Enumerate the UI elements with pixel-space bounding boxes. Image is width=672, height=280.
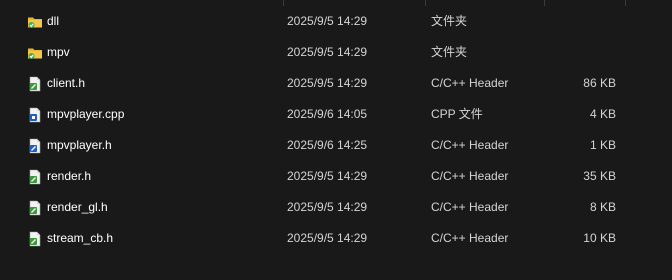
file-modified: 2025/9/6 14:05 — [287, 107, 368, 121]
file-row-render-gl-h[interactable]: render_gl.h 2025/9/5 14:29 C/C++ Header … — [0, 192, 672, 223]
file-size: 10 KB — [583, 231, 616, 245]
file-row-render-h[interactable]: render.h 2025/9/5 14:29 C/C++ Header 35 … — [0, 161, 672, 192]
file-name: client.h — [47, 76, 86, 90]
file-type: C/C++ Header — [431, 169, 509, 183]
file-size: 4 KB — [589, 107, 616, 121]
header-file-icon — [27, 76, 43, 92]
file-name: render_gl.h — [47, 200, 108, 214]
header-file-icon — [27, 231, 43, 247]
header-file-icon — [27, 200, 43, 216]
file-modified: 2025/9/5 14:29 — [287, 200, 368, 214]
file-name: mpvplayer.h — [47, 138, 112, 152]
file-row-client-h[interactable]: client.h 2025/9/5 14:29 C/C++ Header 86 … — [0, 68, 672, 99]
file-row-dll[interactable]: dll 2025/9/5 14:29 文件夹 — [0, 6, 672, 37]
file-modified: 2025/9/6 14:25 — [287, 138, 368, 152]
file-type: C/C++ Header — [431, 76, 509, 90]
file-modified: 2025/9/5 14:29 — [287, 45, 368, 59]
file-size: 8 KB — [589, 200, 616, 214]
file-name: dll — [47, 14, 60, 28]
file-type: 文件夹 — [431, 14, 468, 28]
file-type: C/C++ Header — [431, 200, 509, 214]
header-file-blue-icon — [27, 138, 43, 154]
file-name: render.h — [47, 169, 92, 183]
file-size: 1 KB — [589, 138, 616, 152]
folder-icon — [27, 45, 43, 61]
file-name: mpv — [47, 45, 70, 59]
file-list: dll 2025/9/5 14:29 文件夹 mpv 2025/9/5 14:2… — [0, 6, 672, 254]
file-row-mpvplayer-h[interactable]: mpvplayer.h 2025/9/6 14:25 C/C++ Header … — [0, 130, 672, 161]
header-file-icon — [27, 169, 43, 185]
file-size: 35 KB — [583, 169, 616, 183]
cpp-file-icon — [27, 107, 43, 123]
file-modified: 2025/9/5 14:29 — [287, 231, 368, 245]
file-modified: 2025/9/5 14:29 — [287, 169, 368, 183]
file-name: mpvplayer.cpp — [47, 107, 125, 121]
file-row-mpvplayer-cpp[interactable]: mpvplayer.cpp 2025/9/6 14:05 CPP 文件 4 KB — [0, 99, 672, 130]
file-modified: 2025/9/5 14:29 — [287, 14, 368, 28]
file-type: C/C++ Header — [431, 138, 509, 152]
file-size: 86 KB — [583, 76, 616, 90]
folder-icon — [27, 14, 43, 30]
file-row-stream-cb-h[interactable]: stream_cb.h 2025/9/5 14:29 C/C++ Header … — [0, 223, 672, 254]
file-type: C/C++ Header — [431, 231, 509, 245]
file-name: stream_cb.h — [47, 231, 114, 245]
file-row-mpv[interactable]: mpv 2025/9/5 14:29 文件夹 — [0, 37, 672, 68]
file-type: CPP 文件 — [431, 107, 483, 121]
file-type: 文件夹 — [431, 45, 468, 59]
file-modified: 2025/9/5 14:29 — [287, 76, 368, 90]
